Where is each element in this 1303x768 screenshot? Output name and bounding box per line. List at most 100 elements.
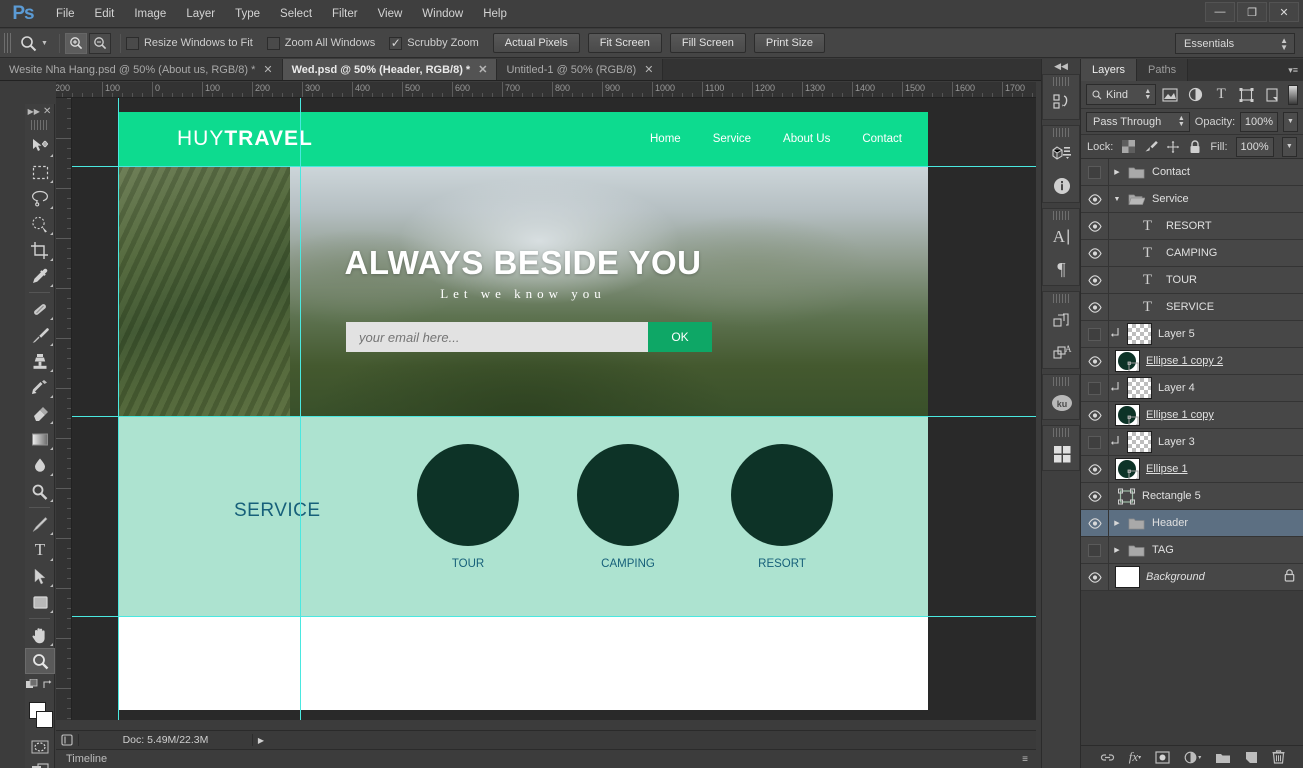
layer-visibility-eye-icon[interactable] [1081, 509, 1109, 537]
restore-button[interactable]: ❐ [1237, 2, 1267, 22]
zoom-tool[interactable] [25, 648, 55, 674]
menu-select[interactable]: Select [270, 0, 322, 28]
dodge-tool[interactable] [25, 478, 55, 504]
horizontal-type-tool[interactable]: T [25, 537, 55, 563]
lock-all-icon[interactable] [1188, 139, 1202, 154]
tool-preset-chevron-down-icon[interactable]: ▼ [41, 40, 48, 47]
filter-toggle-switch[interactable] [1288, 84, 1298, 105]
collapse-panels-icon[interactable]: ◀◀ [1042, 59, 1080, 74]
character-icon[interactable]: A | [1043, 221, 1080, 253]
layer-row-tag[interactable]: ▶ TAG [1081, 536, 1303, 564]
vertical-ruler[interactable] [56, 98, 72, 720]
new-layer-icon[interactable] [1245, 751, 1258, 764]
fill-stepper[interactable]: ▼ [1281, 136, 1298, 157]
layer-row-ellipse-1[interactable]: Ellipse 1 [1081, 455, 1303, 483]
delete-layer-icon[interactable] [1272, 750, 1285, 764]
menu-view[interactable]: View [368, 0, 413, 28]
zoom-all-windows-checkbox[interactable] [266, 36, 280, 50]
menu-help[interactable]: Help [473, 0, 517, 28]
layer-row-resort[interactable]: T RESORT [1081, 212, 1303, 240]
chevron-right-icon[interactable]: ▶ [1109, 168, 1125, 176]
layer-row-ellipse-1-copy-2[interactable]: Ellipse 1 copy 2 [1081, 347, 1303, 375]
guide-vertical-1[interactable] [118, 98, 119, 720]
move-tool[interactable] [25, 133, 55, 159]
crop-tool[interactable] [25, 237, 55, 263]
path-selection-tool[interactable] [25, 563, 55, 589]
tab-paths[interactable]: Paths [1137, 59, 1189, 81]
nav-item-service[interactable]: Service [713, 133, 751, 145]
lock-image-icon[interactable] [1144, 139, 1158, 154]
nav-item-home[interactable]: Home [650, 133, 681, 145]
layer-row-rectangle-5[interactable]: Rectangle 5 [1081, 482, 1303, 510]
layer-visibility-off-checkbox[interactable] [1081, 428, 1109, 456]
service-circle-tour[interactable] [417, 444, 519, 546]
service-circle-resort[interactable] [731, 444, 833, 546]
close-button[interactable]: ✕ [1269, 2, 1299, 22]
shape-filter-icon[interactable] [1235, 84, 1257, 105]
background-color-swatch[interactable] [36, 711, 53, 728]
menu-filter[interactable]: Filter [322, 0, 368, 28]
rectangular-marquee-tool[interactable] [25, 159, 55, 185]
menu-edit[interactable]: Edit [85, 0, 125, 28]
layer-row-layer-3[interactable]: Layer 3 [1081, 428, 1303, 456]
screen-mode-button[interactable] [25, 758, 55, 768]
smartobject-filter-icon[interactable] [1261, 84, 1283, 105]
add-style-icon[interactable]: fx ▾ [1129, 749, 1141, 765]
workspace-selector[interactable]: Essentials ▲ ▼ [1175, 33, 1295, 54]
chevron-right-icon[interactable]: ▶ [1109, 546, 1125, 554]
fill-screen-button[interactable]: Fill Screen [669, 33, 746, 53]
resize-windows-checkbox[interactable] [125, 36, 139, 50]
lasso-tool[interactable] [25, 185, 55, 211]
adjustment-layer-icon[interactable]: ▾ [1184, 751, 1201, 764]
history-icon[interactable] [1043, 87, 1080, 119]
pen-tool[interactable] [25, 511, 55, 537]
dock-grip[interactable] [1053, 77, 1069, 86]
layer-comps-icon[interactable] [1043, 304, 1080, 336]
layer-thumbnail[interactable] [1127, 377, 1152, 399]
dock-grip[interactable] [1053, 128, 1069, 137]
layer-visibility-off-checkbox[interactable] [1081, 320, 1109, 348]
hand-tool[interactable] [25, 622, 55, 648]
tab-wed-psd[interactable]: Wed.psd @ 50% (Header, RGB/8) * ✕ [282, 59, 498, 80]
clone-stamp-tool[interactable] [25, 348, 55, 374]
menu-layer[interactable]: Layer [176, 0, 225, 28]
menu-image[interactable]: Image [124, 0, 176, 28]
guide-horizontal-3[interactable] [72, 616, 1036, 617]
spot-healing-brush-tool[interactable] [25, 296, 55, 322]
layer-visibility-eye-icon[interactable] [1081, 266, 1109, 294]
layer-visibility-off-checkbox[interactable] [1081, 536, 1109, 564]
menu-type[interactable]: Type [225, 0, 270, 28]
toolbar-grip[interactable] [30, 120, 49, 130]
close-icon[interactable]: ✕ [478, 63, 487, 76]
kuler-icon[interactable]: ku [1043, 387, 1080, 419]
brush-tool[interactable] [25, 322, 55, 348]
layer-thumbnail[interactable] [1127, 431, 1152, 453]
panel-menu-icon[interactable]: ▾≡ [1288, 65, 1298, 76]
canvas-area[interactable]: HUYTRAVEL Home Service About Us Contact … [72, 98, 1036, 720]
close-icon[interactable]: ✕ [263, 63, 272, 76]
zoom-in-button[interactable] [64, 32, 87, 54]
tab-timeline[interactable]: Timeline [56, 750, 117, 768]
guide-vertical-2[interactable] [300, 98, 301, 720]
layer-thumbnail[interactable] [1115, 566, 1140, 588]
quick-mask-button[interactable] [25, 736, 55, 758]
eyedropper-tool[interactable] [25, 263, 55, 289]
layer-visibility-eye-icon[interactable] [1081, 239, 1109, 267]
nav-item-about-us[interactable]: About Us [783, 133, 830, 145]
layer-row-service[interactable]: ▼ Service [1081, 185, 1303, 213]
type-filter-icon[interactable]: T [1210, 84, 1232, 105]
layer-row-background[interactable]: Background [1081, 563, 1303, 591]
opacity-stepper[interactable]: ▼ [1282, 111, 1298, 132]
layer-visibility-off-checkbox[interactable] [1081, 374, 1109, 402]
horizontal-ruler[interactable]: 200 100 0 100 200 300 400 500 600 700 800 900 1000 11… [56, 82, 1036, 98]
artboard[interactable]: HUYTRAVEL Home Service About Us Contact … [118, 112, 928, 710]
layer-visibility-eye-icon[interactable] [1081, 293, 1109, 321]
layer-visibility-eye-icon[interactable] [1081, 212, 1109, 240]
blend-mode-select[interactable]: Pass Through ▲ ▼ [1086, 111, 1190, 132]
layer-visibility-eye-icon[interactable] [1081, 347, 1109, 375]
dock-grip[interactable] [1053, 294, 1069, 303]
lock-transparent-icon[interactable] [1121, 139, 1135, 154]
close-icon[interactable]: ✕ [43, 106, 51, 117]
layer-thumbnail[interactable] [1115, 458, 1140, 480]
grid-icon[interactable] [1043, 438, 1080, 470]
